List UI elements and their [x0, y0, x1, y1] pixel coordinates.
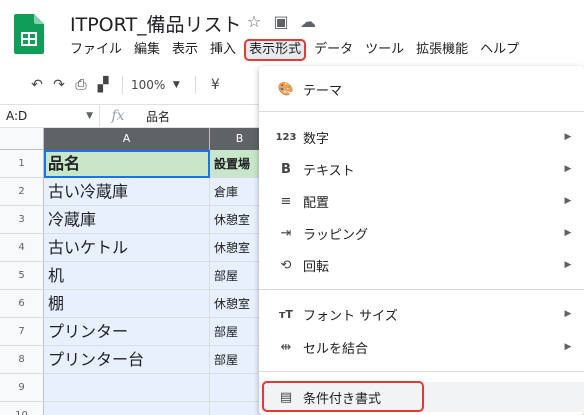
row-header[interactable]: 2 — [0, 178, 44, 206]
column-header-a[interactable]: A — [44, 128, 210, 150]
submenu-arrow-icon: ▶ — [564, 164, 572, 174]
name-box[interactable]: A:D ▼ — [0, 105, 100, 127]
table-cell[interactable]: 古いケトル — [44, 234, 210, 262]
table-cell[interactable]: 品名 — [44, 150, 210, 178]
bold-icon: B — [281, 161, 291, 177]
menu-item-label: 数字 — [303, 131, 330, 147]
menu-divider — [259, 371, 584, 372]
chevron-down-icon[interactable]: ▼ — [165, 80, 187, 90]
table-cell[interactable] — [44, 374, 210, 402]
menu-item-label: 回転 — [303, 259, 330, 275]
font-size-icon: тT — [279, 307, 293, 321]
menu-item-conditional-formatting[interactable]: ▤ 条件付き書式 — [259, 382, 584, 412]
paint-roller-icon: ▤ — [279, 389, 293, 405]
table-cell[interactable]: プリンター台 — [44, 346, 210, 374]
table-cell[interactable]: プリンター — [44, 318, 210, 346]
number-format-icon: 123 — [275, 131, 297, 143]
cloud-status-icon[interactable]: ☁ — [299, 12, 317, 31]
table-cell[interactable] — [44, 402, 210, 415]
submenu-arrow-icon: ▶ — [564, 196, 572, 206]
menu-divider — [259, 111, 584, 112]
table-cell[interactable]: 古い冷蔵庫 — [44, 178, 210, 206]
submenu-arrow-icon: ▶ — [564, 228, 572, 238]
undo-icon[interactable]: ↶ — [26, 77, 48, 93]
menu-data[interactable]: データ — [310, 39, 357, 61]
row-header[interactable]: 4 — [0, 234, 44, 262]
menu-tools[interactable]: ツール — [361, 39, 408, 61]
table-cell[interactable]: 机 — [44, 262, 210, 290]
menu-item-font-size[interactable]: тT フォント サイズ ▶ — [259, 299, 584, 329]
document-title[interactable]: ITPORT_備品リスト — [70, 10, 242, 37]
menu-item-merge-cells[interactable]: ⇹ セルを結合 ▶ — [259, 332, 584, 362]
table-cell[interactable]: 冷蔵庫 — [44, 206, 210, 234]
menu-item-label: 配置 — [303, 195, 330, 211]
row-header[interactable]: 5 — [0, 262, 44, 290]
format-menu-dropdown: 🎨 テーマ 123 数字 ▶ B テキスト ▶ ≡ 配置 ▶ ⇥ ラッピング ▶… — [259, 66, 584, 415]
menu-help[interactable]: ヘルプ — [476, 39, 523, 61]
menu-view[interactable]: 表示 — [168, 39, 202, 61]
toolbar-divider — [122, 76, 123, 94]
menu-item-label: テーマ — [303, 83, 343, 99]
fx-icon: fx — [111, 108, 125, 124]
submenu-arrow-icon: ▶ — [564, 309, 572, 319]
menu-item-label: テキスト — [303, 163, 355, 179]
row-header[interactable]: 9 — [0, 374, 44, 402]
star-icon[interactable]: ☆ — [245, 12, 263, 31]
wrap-icon: ⇥ — [280, 225, 292, 241]
align-icon: ≡ — [280, 193, 292, 209]
merge-cells-icon: ⇹ — [280, 339, 292, 355]
menu-file[interactable]: ファイル — [66, 39, 126, 61]
row-header[interactable]: 8 — [0, 346, 44, 374]
menu-item-number[interactable]: 123 数字 ▶ — [259, 122, 584, 152]
formula-input[interactable]: 品名 — [136, 108, 170, 125]
currency-format-button[interactable]: ¥ — [204, 77, 226, 93]
menu-edit[interactable]: 編集 — [130, 39, 164, 61]
rotate-icon: ⟲ — [280, 257, 292, 273]
menu-item-label: ラッピング — [303, 227, 369, 243]
print-icon[interactable]: ⎙ — [70, 77, 92, 93]
paint-format-icon[interactable]: ▞ — [92, 77, 114, 93]
menu-item-text[interactable]: B テキスト ▶ — [259, 154, 584, 184]
submenu-arrow-icon: ▶ — [564, 260, 572, 270]
menu-extensions[interactable]: 拡張機能 — [412, 39, 472, 61]
sheets-logo-icon[interactable] — [14, 14, 44, 54]
move-to-folder-icon[interactable]: ▣ — [272, 12, 290, 31]
menu-item-alignment[interactable]: ≡ 配置 ▶ — [259, 186, 584, 216]
redo-icon[interactable]: ↷ — [48, 77, 70, 93]
toolbar-divider — [195, 76, 197, 94]
menu-item-label: セルを結合 — [303, 341, 369, 357]
menu-insert[interactable]: 挿入 — [206, 39, 240, 61]
menu-format[interactable]: 表示形式 — [244, 39, 307, 61]
menu-divider — [259, 289, 584, 290]
name-box-value: A:D — [6, 109, 28, 123]
submenu-arrow-icon: ▶ — [564, 342, 572, 352]
row-header[interactable]: 1 — [0, 150, 44, 178]
zoom-select[interactable]: 100% — [131, 78, 165, 92]
row-header[interactable]: 3 — [0, 206, 44, 234]
menu-item-wrapping[interactable]: ⇥ ラッピング ▶ — [259, 218, 584, 248]
menu-item-label: 条件付き書式 — [303, 391, 382, 407]
menu-item-rotation[interactable]: ⟲ 回転 ▶ — [259, 250, 584, 280]
menu-item-theme[interactable]: 🎨 テーマ — [259, 74, 584, 104]
menu-item-label: フォント サイズ — [303, 308, 398, 324]
table-cell[interactable]: 棚 — [44, 290, 210, 318]
chevron-down-icon[interactable]: ▼ — [86, 111, 93, 121]
select-all-corner[interactable] — [0, 128, 44, 150]
submenu-arrow-icon: ▶ — [564, 132, 572, 142]
row-header[interactable]: 10 — [0, 402, 44, 415]
palette-icon: 🎨 — [277, 81, 295, 97]
row-header[interactable]: 6 — [0, 290, 44, 318]
row-header[interactable]: 7 — [0, 318, 44, 346]
menu-bar: ファイル 編集 表示 挿入 表示形式 データ ツール 拡張機能 ヘルプ — [66, 39, 527, 61]
